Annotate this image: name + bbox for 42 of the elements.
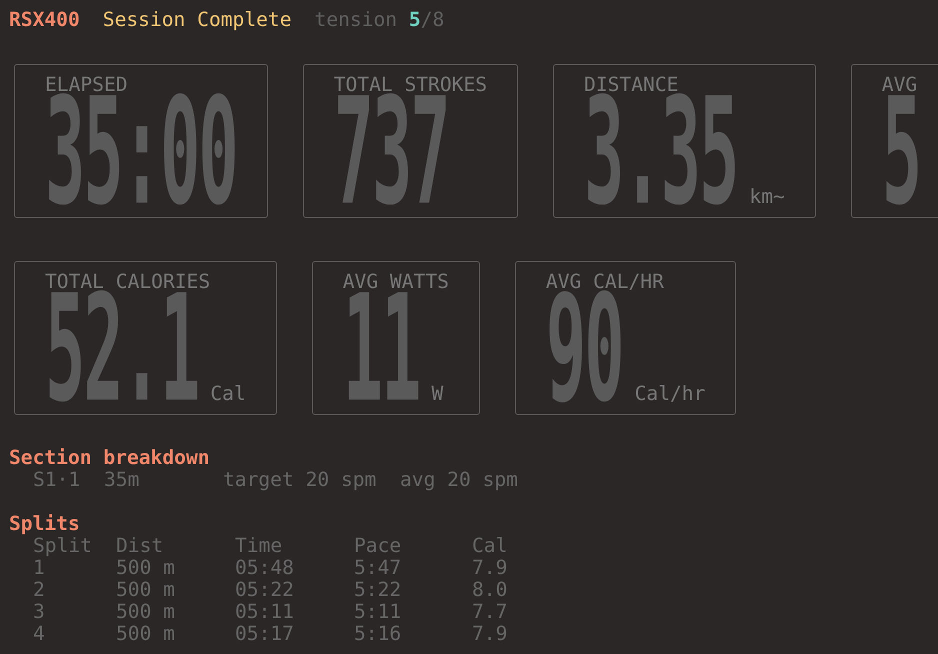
brand-label: RSX400: [9, 8, 80, 32]
stat-label: AVG WATTS: [342, 271, 449, 293]
section-id: S1·1: [33, 469, 82, 491]
table-cell: 7.7: [472, 600, 508, 623]
table-cell: 7.9: [472, 556, 508, 579]
column-header: Split: [33, 534, 92, 557]
table-cell: 7.9: [472, 622, 508, 645]
splits-heading: Splits: [9, 513, 80, 535]
table-cell: 500 m: [116, 578, 175, 601]
table-cell: 05:11: [235, 600, 294, 623]
table-cell: 500 m: [116, 622, 175, 645]
section-avg: avg 20 spm: [400, 469, 518, 491]
tension-value: 5: [408, 8, 421, 32]
stat-unit: km~: [749, 186, 785, 208]
stat-unit: W: [431, 383, 444, 405]
section-target: target 20 spm: [223, 469, 378, 491]
status-title: Session Complete: [102, 8, 292, 32]
table-cell: 3: [33, 600, 45, 623]
section-duration: 35m: [104, 469, 140, 491]
table-cell: 05:48: [235, 556, 294, 579]
table-cell: 500 m: [116, 600, 175, 623]
stat-label: AVG: [882, 74, 918, 96]
table-cell: 5:47: [354, 556, 402, 579]
column-header: Cal: [472, 534, 508, 557]
table-cell: 1: [33, 556, 45, 579]
stat-unit: Cal/hr: [634, 383, 706, 405]
section-heading: Section breakdown: [9, 447, 210, 469]
table-cell: 5:11: [354, 600, 402, 623]
table-cell: 8.0: [472, 578, 508, 601]
column-header: Pace: [354, 534, 402, 557]
tension-label: tension: [314, 8, 398, 32]
table-cell: 2: [33, 578, 45, 601]
table-cell: 05:22: [235, 578, 294, 601]
column-header: Dist: [116, 534, 164, 557]
table-cell: 4: [33, 622, 45, 645]
table-cell: 500 m: [116, 556, 175, 579]
stat-unit: Cal: [210, 383, 246, 405]
column-header: Time: [235, 534, 282, 557]
table-cell: 5:22: [354, 578, 402, 601]
tension-max: /8: [420, 8, 444, 32]
table-cell: 05:17: [235, 622, 294, 645]
table-cell: 5:16: [354, 622, 402, 645]
